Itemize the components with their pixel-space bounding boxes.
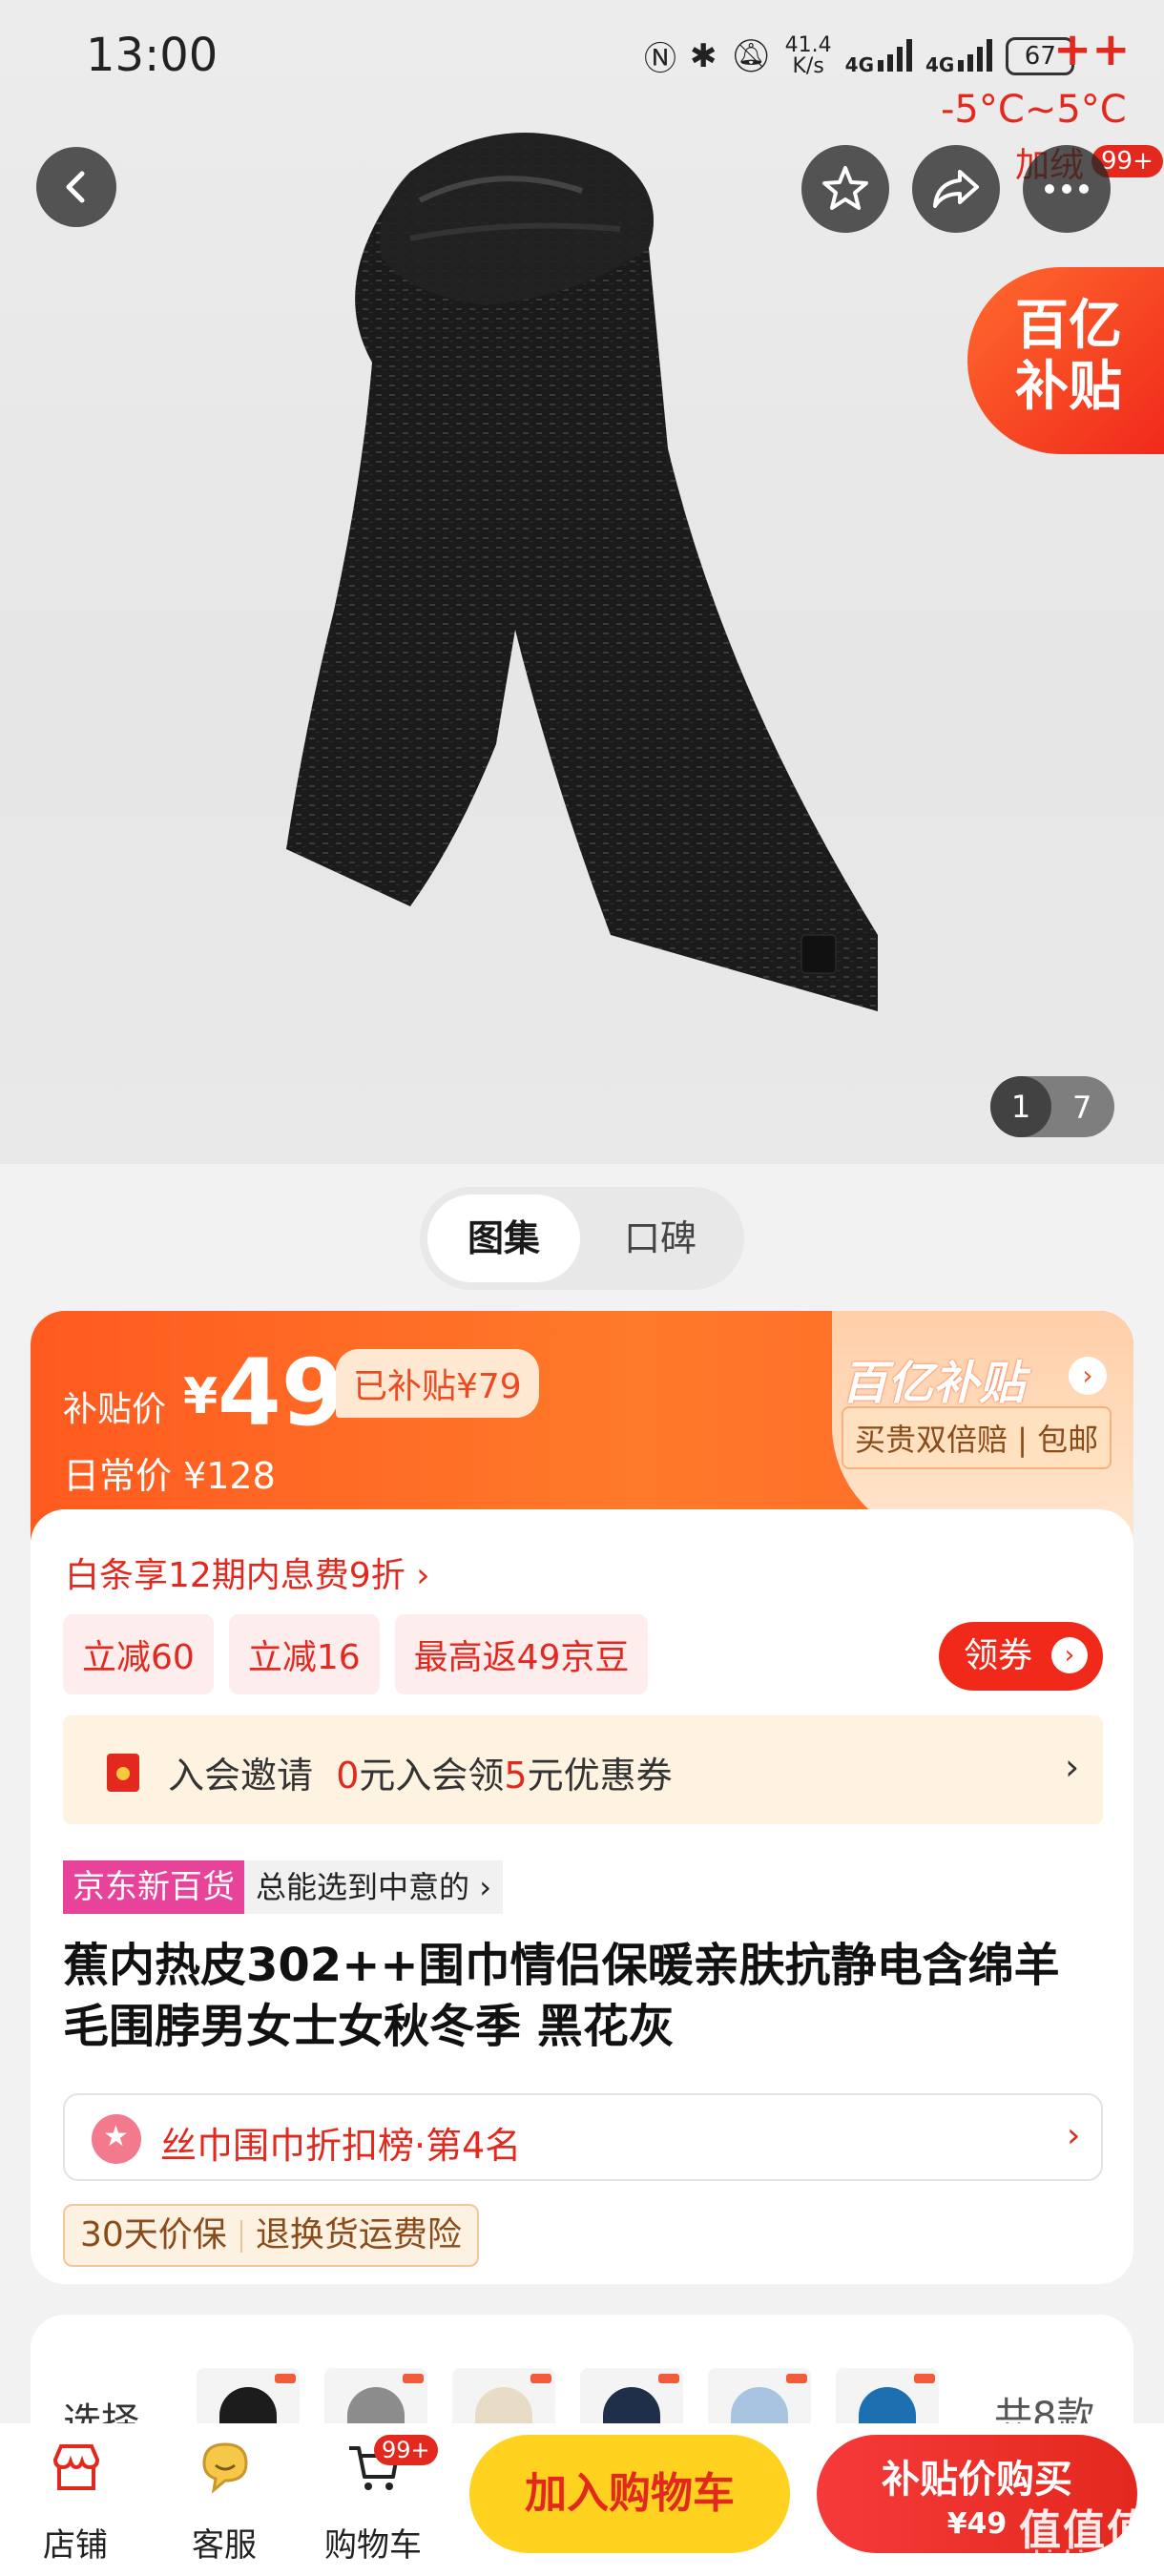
- signal-bars-icon: [958, 37, 993, 72]
- net-speed: 41.4 K/s: [784, 32, 832, 78]
- chevron-right-icon: ›: [416, 1556, 430, 1595]
- add-to-cart-button[interactable]: 加入购物车: [469, 2435, 790, 2553]
- subsidy-corner-badge[interactable]: 百亿 补贴: [967, 267, 1164, 454]
- image-pager: 1 7: [990, 1076, 1114, 1137]
- tab-gallery[interactable]: 图集: [427, 1195, 580, 1282]
- chevron-right-icon: ›: [1051, 1637, 1088, 1673]
- medal-icon: [92, 2114, 141, 2164]
- pager-total: 7: [1072, 1090, 1092, 1126]
- jd-new-store-label: 京东新百货: [63, 1860, 244, 1914]
- subsidy-brand[interactable]: 百亿补贴: [842, 1345, 1025, 1412]
- signal-bars-icon: [878, 37, 912, 72]
- signal-4g-2: 4G: [925, 37, 993, 74]
- cart-count-badge: 99+: [374, 2435, 438, 2465]
- discount-chips: 立减60 立减16 最高返49京豆: [63, 1614, 649, 1694]
- discount-chip[interactable]: 立减60: [63, 1614, 214, 1694]
- product-info-card: 白条享12期内息费9折 › 立减60 立减16 最高返49京豆 领券 › 入会邀…: [31, 1509, 1133, 2284]
- share-icon: [933, 170, 979, 208]
- discount-chip[interactable]: 最高返49京豆: [394, 1614, 649, 1694]
- chevron-right-icon: ›: [479, 1869, 491, 1905]
- service-chat-icon: [202, 2442, 248, 2494]
- site-watermark: 值值值 zhizhizhi.com: [1019, 2506, 1164, 2567]
- price-card: 补贴价 ¥ 49 已补贴¥79 日常价 ¥128 百亿补贴 › 买贵双倍赔 | …: [31, 1311, 1133, 1540]
- bluetooth-icon: ✱: [690, 36, 717, 75]
- service-guarantees[interactable]: 30天价保 退换货运费险: [63, 2204, 479, 2267]
- share-button[interactable]: [912, 145, 1000, 233]
- subsidy-amount-tag: 已补贴¥79: [336, 1349, 539, 1418]
- currency-symbol: ¥: [183, 1368, 218, 1425]
- status-bar: 13:00 Ⓝ ✱ 🔕︎ 41.4 K/s 4G 4G 67 ++ -5°C~5°…: [0, 0, 1164, 185]
- subsidy-price: 49: [218, 1340, 345, 1446]
- tab-reviews[interactable]: 口碑: [584, 1195, 737, 1282]
- star-icon: [822, 166, 868, 210]
- get-coupon-button[interactable]: 领券 ›: [939, 1622, 1103, 1691]
- weather-text: -5°C~5°C: [941, 88, 1127, 132]
- bottom-action-bar: 店铺 客服 99+ 购物车 加入购物车 补贴价购买 ¥49: [0, 2423, 1164, 2576]
- member-invite-banner[interactable]: 入会邀请 0元入会领5元优惠券 ›: [63, 1715, 1103, 1824]
- scarf-product-image: [286, 133, 878, 1011]
- daily-price: 日常价 ¥128: [63, 1455, 276, 1497]
- discount-chip[interactable]: 立减16: [228, 1614, 380, 1694]
- chevron-right-icon: ›: [1065, 1746, 1080, 1788]
- chevron-right-icon: ›: [1067, 2116, 1081, 2155]
- subsidy-price-label: 补贴价: [63, 1390, 167, 1429]
- shop-icon: [52, 2444, 100, 2490]
- red-envelope-icon: [107, 1754, 139, 1792]
- pager-current: 1: [990, 1076, 1051, 1137]
- subsidy-perks: 买贵双倍赔 | 包邮: [842, 1406, 1112, 1469]
- gallery-tabs: 图集 口碑: [420, 1187, 744, 1290]
- clock: 13:00: [86, 29, 218, 82]
- mute-bell-icon: 🔕︎: [730, 36, 772, 75]
- plus-marks: ++: [1053, 23, 1131, 76]
- chevron-right-icon[interactable]: ›: [1069, 1357, 1107, 1395]
- more-dots-icon: [1045, 184, 1089, 194]
- nfc-icon: Ⓝ: [644, 40, 676, 78]
- baitiao-installment-link[interactable]: 白条享12期内息费9折 ›: [65, 1548, 430, 1597]
- more-button[interactable]: [1023, 145, 1111, 233]
- signal-4g-1: 4G: [845, 37, 912, 74]
- ranking-link[interactable]: 丝巾围巾折扣榜·第4名 ›: [63, 2093, 1103, 2181]
- back-arrow-icon: [66, 171, 85, 203]
- product-title: 蕉内热皮302++围巾情侣保暖亲肤抗静电含绵羊毛围脖男女士女秋冬季 黑花灰: [63, 1939, 1060, 2053]
- back-button[interactable]: [36, 147, 116, 227]
- favorite-button[interactable]: [801, 145, 889, 233]
- new-department-store-tag[interactable]: 京东新百货 总能选到中意的 ›: [63, 1860, 503, 1914]
- product-image-gallery[interactable]: 13:00 Ⓝ ✱ 🔕︎ 41.4 K/s 4G 4G 67 ++ -5°C~5°…: [0, 0, 1164, 1164]
